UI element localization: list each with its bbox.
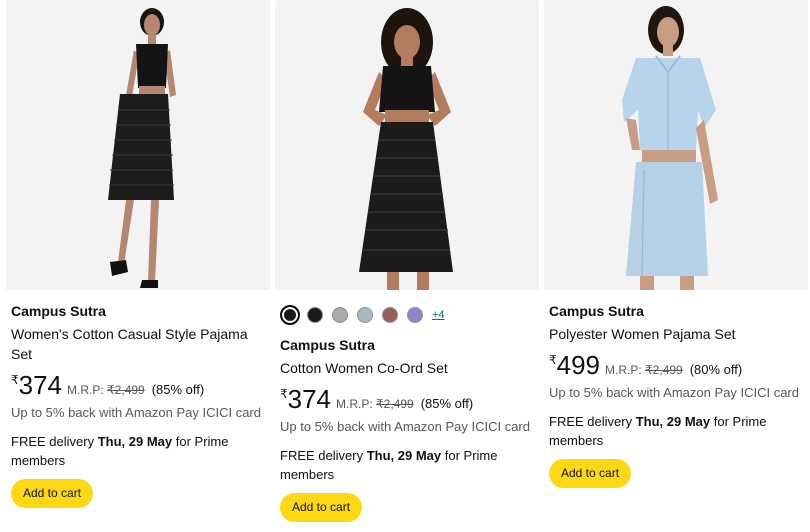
- discount-badge: (80% off): [689, 362, 743, 377]
- mrp-value: ₹2,499: [376, 397, 414, 411]
- delivery-date: Thu, 29 May: [635, 414, 711, 429]
- color-swatch[interactable]: [382, 307, 398, 323]
- color-swatch[interactable]: [357, 307, 373, 323]
- delivery-info: FREE delivery Thu, 29 May for Prime memb…: [11, 432, 265, 470]
- delivery-prefix: FREE delivery: [280, 448, 367, 463]
- mrp: M.R.P: ₹2,499: [605, 363, 683, 377]
- product-brand: Campus Sutra: [549, 303, 644, 319]
- product-title-link[interactable]: Women's Cotton Casual Style Pajama Set: [11, 324, 265, 364]
- card-offer-text: Up to 5% back with Amazon Pay ICICI card: [549, 385, 799, 400]
- product-card[interactable]: Campus Sutra Polyester Women Pajama Set …: [544, 0, 808, 532]
- add-to-cart-button[interactable]: Add to cart: [11, 479, 94, 508]
- delivery-info: FREE delivery Thu, 29 May for Prime memb…: [549, 412, 803, 450]
- price-row: ₹ 374 M.R.P: ₹2,499 (85% off): [11, 372, 265, 402]
- color-swatch[interactable]: [307, 307, 323, 323]
- delivery-prefix: FREE delivery: [549, 414, 636, 429]
- mrp-value: ₹2,499: [107, 383, 145, 397]
- delivery-prefix: FREE delivery: [11, 434, 98, 449]
- mrp-value: ₹2,499: [645, 363, 683, 377]
- product-photo-black-coord-set: [359, 8, 453, 290]
- color-swatches: +4: [275, 303, 539, 327]
- price-currency: ₹: [280, 387, 288, 401]
- color-swatch[interactable]: [407, 307, 423, 323]
- price-value: 499: [556, 350, 601, 380]
- card-offer-text: Up to 5% back with Amazon Pay ICICI card: [280, 419, 530, 434]
- price-currency: ₹: [11, 373, 19, 387]
- mrp-label: M.R.P:: [336, 397, 373, 411]
- product-photo-black-ruffle-set: [108, 8, 176, 288]
- delivery-info: FREE delivery Thu, 29 May for Prime memb…: [280, 446, 534, 484]
- product-image[interactable]: [275, 0, 539, 290]
- discount-badge: (85% off): [420, 396, 474, 411]
- product-title-link[interactable]: Polyester Women Pajama Set: [549, 324, 803, 344]
- mrp: M.R.P: ₹2,499: [67, 383, 145, 397]
- delivery-date: Thu, 29 May: [97, 434, 173, 449]
- price-row: ₹ 499 M.R.P: ₹2,499 (80% off): [549, 352, 803, 382]
- product-title-link[interactable]: Cotton Women Co-Ord Set: [280, 358, 534, 378]
- discount-badge: (85% off): [151, 382, 205, 397]
- product-card[interactable]: +4 Campus Sutra Cotton Women Co-Ord Set …: [275, 0, 539, 532]
- price-value: 374: [18, 370, 63, 400]
- product-photo-blue-shirt-skirt-set: [622, 6, 718, 290]
- product-brand: Campus Sutra: [11, 303, 106, 319]
- mrp: M.R.P: ₹2,499: [336, 397, 414, 411]
- mrp-label: M.R.P:: [605, 363, 642, 377]
- color-swatch[interactable]: [332, 307, 348, 323]
- price-currency: ₹: [549, 353, 557, 367]
- mrp-label: M.R.P:: [67, 383, 104, 397]
- product-image[interactable]: [6, 0, 270, 290]
- product-card[interactable]: Campus Sutra Women's Cotton Casual Style…: [6, 0, 270, 532]
- add-to-cart-button[interactable]: Add to cart: [280, 493, 363, 522]
- delivery-date: Thu, 29 May: [366, 448, 442, 463]
- more-colors-link[interactable]: +4: [432, 309, 445, 321]
- product-image[interactable]: [544, 0, 808, 290]
- add-to-cart-button[interactable]: Add to cart: [549, 459, 632, 488]
- product-brand: Campus Sutra: [280, 337, 375, 353]
- color-swatch-selected[interactable]: [280, 305, 300, 325]
- card-offer-text: Up to 5% back with Amazon Pay ICICI card: [11, 405, 261, 420]
- price-value: 374: [287, 384, 332, 414]
- price-row: ₹ 374 M.R.P: ₹2,499 (85% off): [280, 386, 534, 416]
